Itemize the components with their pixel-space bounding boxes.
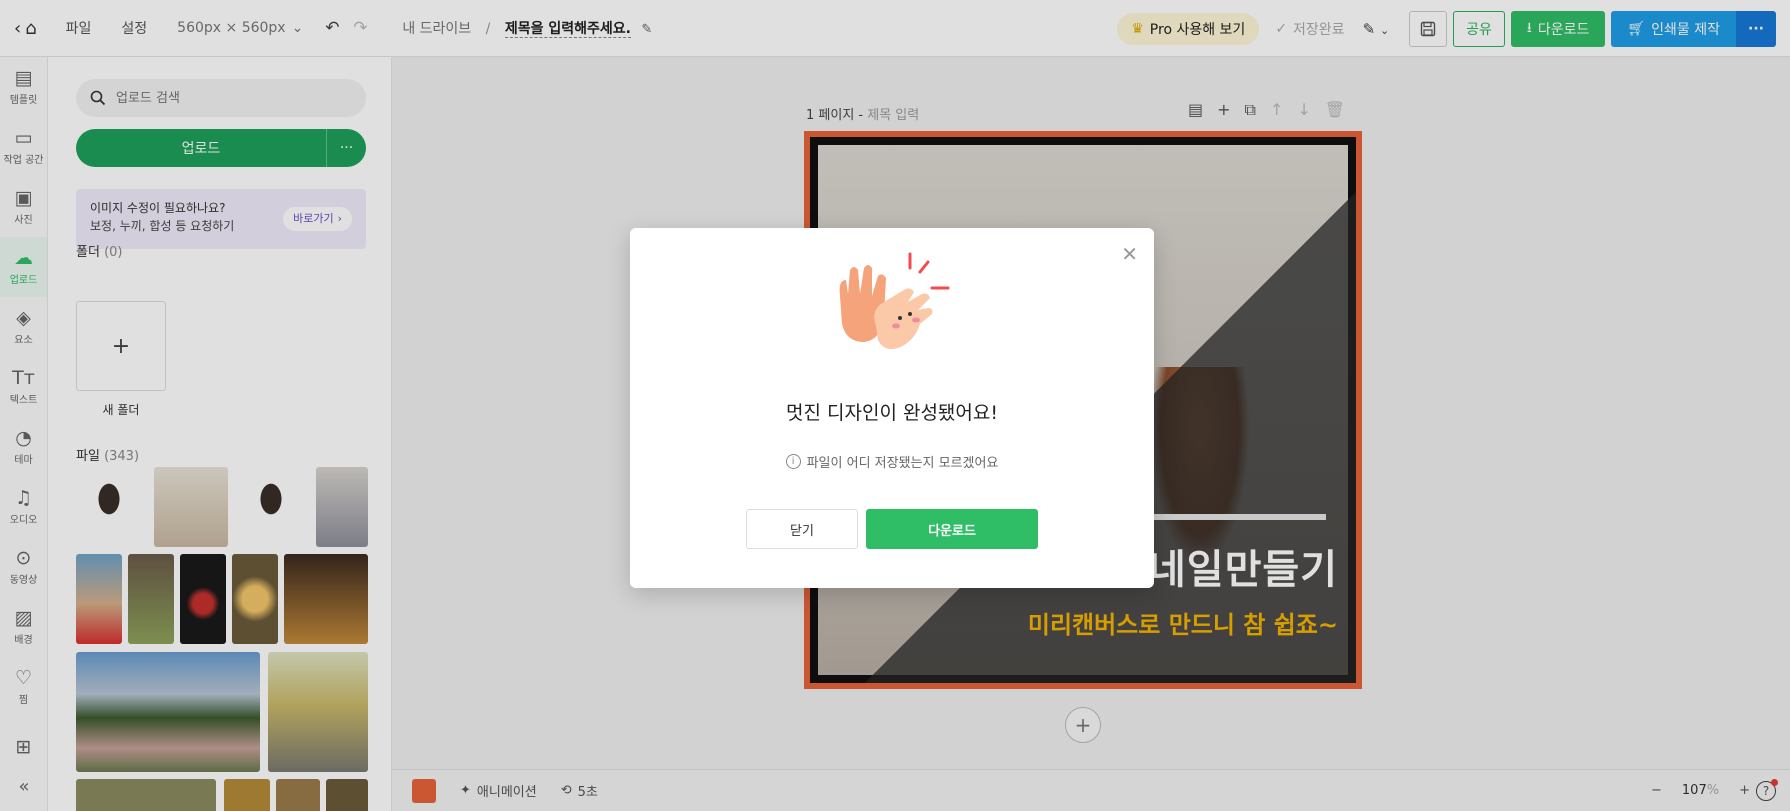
close-button[interactable]: 닫기 xyxy=(746,509,858,549)
high-five-illustration xyxy=(839,252,950,349)
help-text: 파일이 어디 저장됐는지 모르겠어요 xyxy=(806,456,999,471)
info-icon: i xyxy=(785,454,801,469)
modal-title: 멋진 디자인이 완성됐어요! xyxy=(786,402,998,424)
save-location-help-link[interactable]: i 파일이 어디 저장됐는지 모르겠어요 xyxy=(630,452,1154,471)
modal-download-button[interactable]: 다운로드 xyxy=(866,509,1038,549)
design-complete-modal: ✕ 멋진 디자인이 완성됐어요! i 파일이 어디 저장됐는지 모르겠어요 닫기… xyxy=(630,228,1154,588)
close-icon[interactable]: ✕ xyxy=(1121,242,1138,266)
